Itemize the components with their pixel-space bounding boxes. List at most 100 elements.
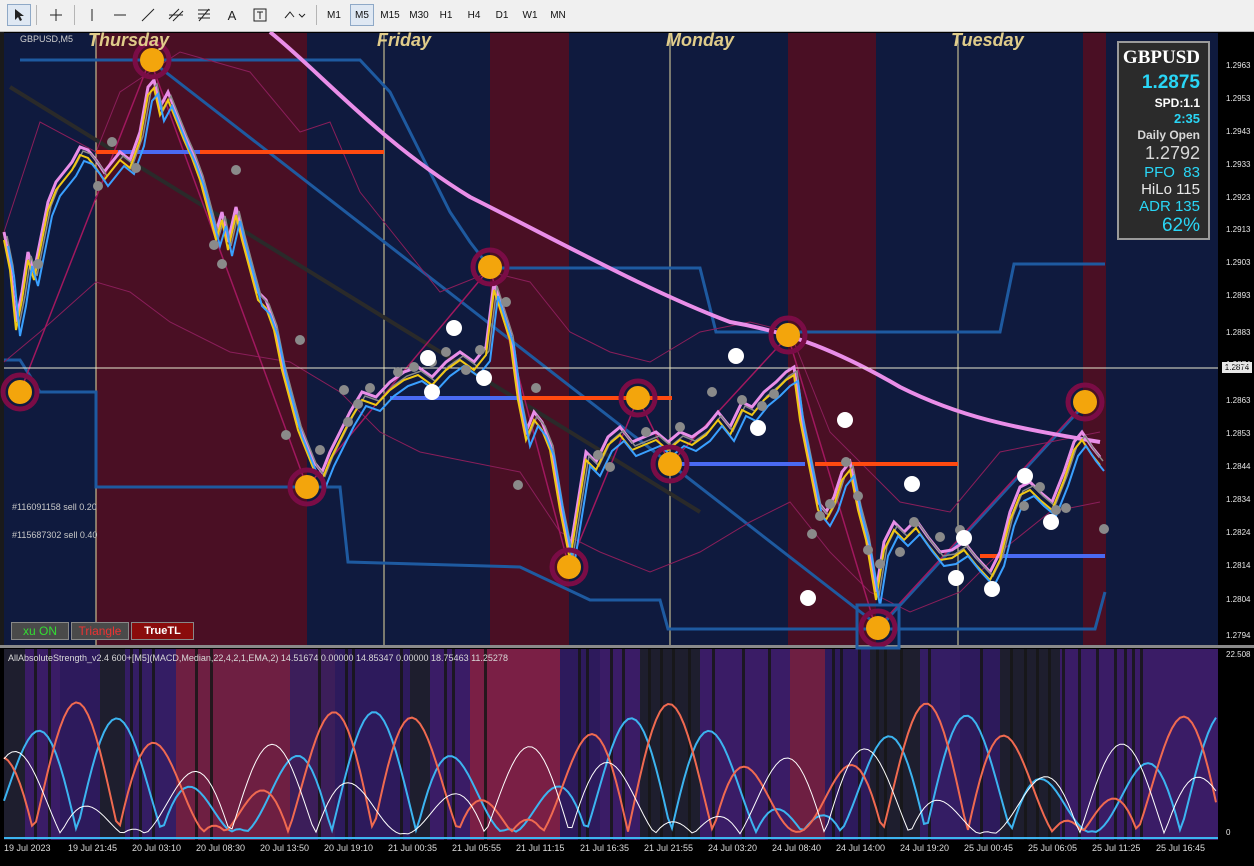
time-label: 21 Jul 11:15 bbox=[516, 843, 565, 853]
indicator-band bbox=[790, 649, 825, 840]
indicator-stripe bbox=[1132, 649, 1135, 840]
indicator-stripe bbox=[1078, 649, 1081, 840]
panel-adr: ADR 135 bbox=[1139, 198, 1200, 215]
session-band bbox=[152, 33, 307, 645]
swing-point bbox=[658, 452, 682, 476]
gray-dot bbox=[707, 387, 717, 397]
symbol-label: GBPUSD,M5 bbox=[20, 34, 74, 44]
indicator-stripe bbox=[742, 649, 745, 840]
swing-point bbox=[866, 616, 890, 640]
indicator-stripe bbox=[1140, 649, 1143, 840]
white-dot bbox=[424, 384, 440, 400]
price-label: 1.2844 bbox=[1226, 462, 1251, 471]
gray-dot bbox=[875, 559, 885, 569]
session-band bbox=[4, 33, 20, 645]
white-dot bbox=[956, 530, 972, 546]
timeframe-button-mn[interactable]: MN bbox=[546, 4, 570, 26]
xu-toggle-button[interactable]: xu ON bbox=[11, 622, 69, 640]
fibonacci-tool-icon[interactable] bbox=[192, 4, 216, 26]
swing-point bbox=[776, 323, 800, 347]
session-band bbox=[1083, 33, 1106, 645]
panel-hilo: HiLo 115 bbox=[1141, 181, 1200, 198]
gray-dot bbox=[1051, 505, 1061, 515]
gray-dot bbox=[339, 385, 349, 395]
indicator-stripe bbox=[586, 649, 589, 840]
timeframe-button-w1[interactable]: W1 bbox=[518, 4, 542, 26]
triangle-button[interactable]: Triangle bbox=[71, 622, 129, 640]
vertical-line-tool-icon[interactable] bbox=[80, 4, 104, 26]
gray-dot bbox=[409, 362, 419, 372]
indicator-stripe bbox=[139, 649, 142, 840]
day-label-monday: Monday bbox=[666, 30, 735, 50]
gray-dot bbox=[93, 181, 103, 191]
gray-dot bbox=[209, 240, 219, 250]
gray-dot bbox=[769, 389, 779, 399]
chart-area[interactable] bbox=[0, 32, 1254, 866]
indicator-stripe bbox=[660, 649, 663, 840]
price-label: 1.2903 bbox=[1226, 258, 1251, 267]
price-label: 1.2923 bbox=[1226, 193, 1251, 202]
indicator-stripe bbox=[1010, 649, 1013, 840]
time-label: 25 Jul 11:25 bbox=[1092, 843, 1141, 853]
gray-dot bbox=[863, 545, 873, 555]
label-tool-icon[interactable] bbox=[248, 4, 272, 26]
horizontal-line-tool-icon[interactable] bbox=[108, 4, 132, 26]
white-dot bbox=[984, 581, 1000, 597]
gray-dot bbox=[1019, 501, 1029, 511]
white-dot bbox=[1043, 514, 1059, 530]
gray-dot bbox=[281, 430, 291, 440]
truetl-button[interactable]: TrueTL bbox=[131, 622, 194, 640]
cursor-tool-icon[interactable] bbox=[7, 4, 31, 26]
indicator-stripe bbox=[1036, 649, 1039, 840]
price-label: 1.2933 bbox=[1226, 160, 1251, 169]
shapes-tool-icon[interactable] bbox=[280, 4, 310, 26]
time-label: 25 Jul 06:05 bbox=[1028, 843, 1078, 853]
timeframe-button-h1[interactable]: H1 bbox=[434, 4, 458, 26]
timeframe-button-m5[interactable]: M5 bbox=[350, 4, 374, 26]
gray-dot bbox=[513, 480, 523, 490]
panel-daily-open-label: Daily Open bbox=[1137, 128, 1200, 142]
indicator-band bbox=[410, 649, 430, 840]
price-label: 1.2804 bbox=[1226, 595, 1251, 604]
swing-point bbox=[626, 386, 650, 410]
white-dot bbox=[728, 348, 744, 364]
crosshair-tool-icon[interactable] bbox=[44, 4, 68, 26]
timeframe-button-m30[interactable]: M30 bbox=[405, 4, 433, 26]
white-dot bbox=[750, 420, 766, 436]
channel-tool-icon[interactable] bbox=[164, 4, 188, 26]
trend-line-tool-icon[interactable] bbox=[136, 4, 160, 26]
timeframe-button-m15[interactable]: M15 bbox=[376, 4, 404, 26]
gray-dot bbox=[737, 395, 747, 405]
price-label: 1.2874 bbox=[1226, 360, 1251, 369]
panel-pct: 62% bbox=[1161, 215, 1200, 236]
timeframe-button-d1[interactable]: D1 bbox=[490, 4, 514, 26]
price-label: 1.2853 bbox=[1226, 429, 1251, 438]
indicator-stripe bbox=[130, 649, 133, 840]
gray-dot bbox=[33, 259, 43, 269]
text-tool-icon[interactable]: A bbox=[220, 4, 244, 26]
timeframe-button-m1[interactable]: M1 bbox=[322, 4, 346, 26]
indicator-band bbox=[430, 649, 470, 840]
price-label: 1.2953 bbox=[1226, 94, 1251, 103]
swing-point bbox=[8, 380, 32, 404]
gray-dot bbox=[841, 457, 851, 467]
swing-point bbox=[557, 555, 581, 579]
gray-dot bbox=[475, 345, 485, 355]
day-label-thursday: Thursday bbox=[88, 30, 170, 50]
gray-dot bbox=[1035, 482, 1045, 492]
indicator-stripe bbox=[1048, 649, 1051, 840]
gray-dot bbox=[895, 547, 905, 557]
swing-point bbox=[140, 48, 164, 72]
indicator-band bbox=[470, 649, 560, 840]
swing-point bbox=[478, 255, 502, 279]
gray-dot bbox=[441, 347, 451, 357]
price-axis bbox=[1218, 32, 1254, 866]
gray-dot bbox=[365, 383, 375, 393]
price-label: 1.2943 bbox=[1226, 127, 1251, 136]
indicator-stripe bbox=[345, 649, 348, 840]
time-label: 20 Jul 13:50 bbox=[260, 843, 310, 853]
timeframe-button-h4[interactable]: H4 bbox=[461, 4, 487, 26]
swing-point bbox=[1073, 390, 1097, 414]
gray-dot bbox=[825, 499, 835, 509]
indicator-scale-top: 22.508 bbox=[1226, 650, 1251, 659]
